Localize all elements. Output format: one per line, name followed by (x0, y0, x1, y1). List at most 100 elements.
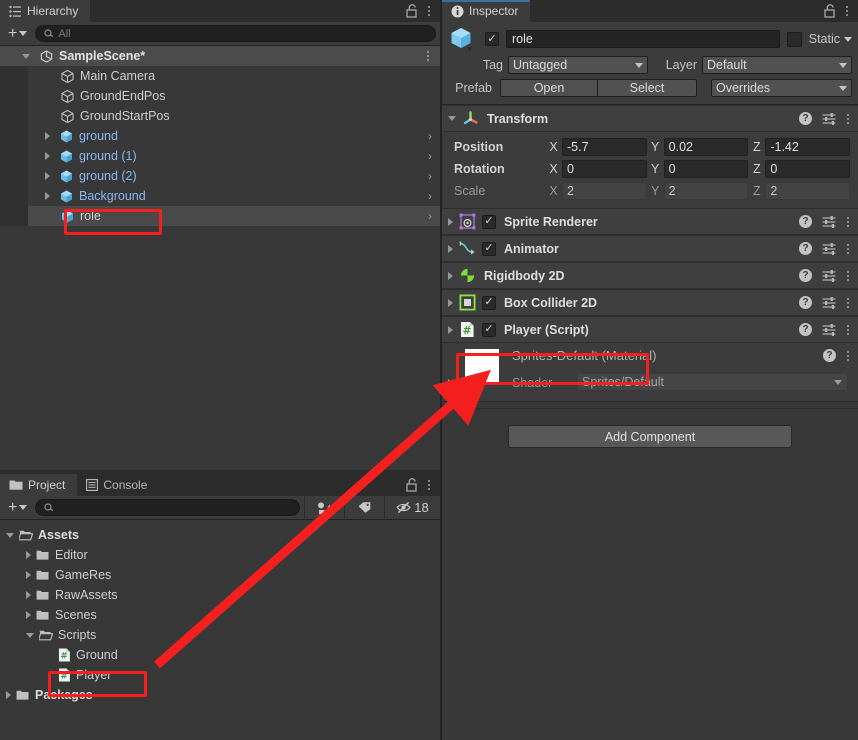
component-enabled-checkbox[interactable]: ✓ (482, 214, 496, 229)
help-icon[interactable]: ? (799, 242, 812, 255)
preset-icon[interactable] (822, 215, 836, 228)
help-icon[interactable]: ? (799, 215, 812, 228)
project-row[interactable]: Packages (0, 685, 440, 705)
kebab-menu-icon[interactable] (846, 113, 850, 124)
help-icon[interactable]: ? (799, 323, 812, 336)
project-row[interactable]: Assets (0, 525, 440, 545)
create-gameobject-button[interactable]: + (4, 25, 31, 42)
transform-y-input[interactable]: 2 (663, 182, 749, 200)
kebab-menu-icon[interactable] (845, 6, 849, 16)
component-header[interactable]: ✓ Box Collider 2D? (442, 289, 858, 316)
asset-type-filter-icon[interactable] (304, 495, 344, 520)
component-enabled-checkbox[interactable]: ✓ (482, 241, 496, 256)
add-component-button[interactable]: Add Component (508, 425, 792, 448)
expand-arrow-right-icon[interactable] (26, 551, 31, 559)
expand-arrow-right-icon[interactable] (6, 691, 11, 699)
project-row[interactable]: Scripts (0, 625, 440, 645)
preset-icon[interactable] (822, 112, 836, 125)
transform-z-input[interactable]: 0 (765, 160, 851, 178)
project-row[interactable]: # Player (0, 665, 440, 685)
kebab-menu-icon[interactable] (427, 480, 431, 490)
prefab-overrides-dropdown[interactable]: Overrides (711, 79, 852, 97)
project-tree[interactable]: Assets Editor GameRes RawAssets Scenes Script… (0, 520, 440, 705)
transform-x-input[interactable]: -5.7 (562, 138, 647, 156)
hierarchy-row[interactable]: ground (2) › (0, 166, 440, 186)
hierarchy-row[interactable]: SampleScene* (0, 46, 440, 66)
transform-y-input[interactable]: 0 (663, 160, 749, 178)
expand-arrow-down-icon[interactable] (22, 53, 30, 59)
expand-arrow-right-icon[interactable] (448, 379, 453, 387)
expand-arrow-down-icon[interactable] (26, 632, 34, 638)
expand-arrow-right-icon[interactable] (45, 152, 50, 160)
shader-dropdown[interactable]: Sprites/Default (576, 373, 848, 391)
project-row[interactable]: RawAssets (0, 585, 440, 605)
prefab-open-chevron-icon[interactable]: › (428, 186, 432, 206)
hierarchy-row[interactable]: ground › (0, 126, 440, 146)
project-search-input[interactable] (35, 499, 300, 516)
expand-arrow-right-icon[interactable] (448, 244, 453, 253)
expand-arrow-down-icon[interactable] (448, 116, 456, 121)
expand-arrow-right-icon[interactable] (45, 132, 50, 140)
kebab-menu-icon[interactable] (846, 243, 850, 254)
expand-arrow-right-icon[interactable] (448, 325, 453, 334)
hidden-assets-toggle[interactable]: 18 (384, 495, 440, 520)
tab-console[interactable]: Console (77, 474, 160, 496)
prefab-open-chevron-icon[interactable]: › (428, 126, 432, 146)
tab-project[interactable]: Project (0, 474, 78, 496)
component-header[interactable]: Rigidbody 2D? (442, 262, 858, 289)
transform-z-input[interactable]: 2 (765, 182, 851, 200)
expand-arrow-right-icon[interactable] (26, 591, 31, 599)
component-header[interactable]: # ✓ Player (Script)? (442, 316, 858, 343)
kebab-menu-icon[interactable] (427, 6, 431, 16)
preset-icon[interactable] (822, 242, 836, 255)
kebab-menu-icon[interactable] (846, 324, 850, 335)
help-icon[interactable]: ? (799, 112, 812, 125)
preset-icon[interactable] (822, 323, 836, 336)
prefab-open-chevron-icon[interactable]: › (428, 146, 432, 166)
kebab-menu-icon[interactable] (846, 350, 850, 361)
prefab-select-button[interactable]: Select (598, 79, 697, 97)
prefab-open-chevron-icon[interactable]: › (428, 206, 432, 226)
expand-arrow-right-icon[interactable] (26, 611, 31, 619)
transform-x-input[interactable]: 2 (562, 182, 647, 200)
expand-arrow-right-icon[interactable] (45, 172, 50, 180)
help-icon[interactable]: ? (799, 296, 812, 309)
component-header[interactable]: ✓ Animator? (442, 235, 858, 262)
transform-y-input[interactable]: 0.02 (663, 138, 749, 156)
lock-open-icon[interactable] (405, 4, 418, 18)
kebab-menu-icon[interactable] (426, 46, 430, 66)
transform-z-input[interactable]: -1.42 (765, 138, 851, 156)
layer-dropdown[interactable]: Default (702, 56, 852, 74)
hierarchy-row[interactable]: GroundEndPos (0, 86, 440, 106)
expand-arrow-right-icon[interactable] (448, 217, 453, 226)
lock-open-icon[interactable] (405, 478, 418, 492)
tab-inspector[interactable]: Inspector (442, 0, 531, 22)
project-row[interactable]: # Ground (0, 645, 440, 665)
hierarchy-row[interactable]: role › (0, 206, 440, 226)
component-header[interactable]: ✓ Sprite Renderer? (442, 208, 858, 235)
kebab-menu-icon[interactable] (846, 270, 850, 281)
component-header-transform[interactable]: Transform ? (442, 105, 858, 132)
label-filter-icon[interactable] (344, 495, 384, 520)
kebab-menu-icon[interactable] (846, 297, 850, 308)
lock-open-icon[interactable] (823, 4, 836, 18)
gameobject-name-input[interactable]: role (506, 30, 780, 48)
static-dropdown[interactable]: Static (809, 32, 852, 46)
hierarchy-row[interactable]: GroundStartPos (0, 106, 440, 126)
expand-arrow-down-icon[interactable] (6, 532, 14, 538)
transform-x-input[interactable]: 0 (562, 160, 647, 178)
create-asset-button[interactable]: + (4, 499, 31, 516)
prefab-open-button[interactable]: Open (500, 79, 598, 97)
preset-icon[interactable] (822, 296, 836, 309)
help-icon[interactable]: ? (799, 269, 812, 282)
prefab-open-chevron-icon[interactable]: › (428, 166, 432, 186)
kebab-menu-icon[interactable] (846, 216, 850, 227)
expand-arrow-right-icon[interactable] (26, 571, 31, 579)
hierarchy-tree[interactable]: SampleScene* Main Camera GroundEndPos Groun… (0, 46, 440, 226)
tag-dropdown[interactable]: Untagged (508, 56, 648, 74)
hierarchy-search-input[interactable]: All (35, 25, 436, 42)
component-enabled-checkbox[interactable]: ✓ (482, 322, 496, 337)
static-checkbox[interactable] (786, 31, 802, 47)
hierarchy-row[interactable]: ground (1) › (0, 146, 440, 166)
expand-arrow-right-icon[interactable] (45, 192, 50, 200)
